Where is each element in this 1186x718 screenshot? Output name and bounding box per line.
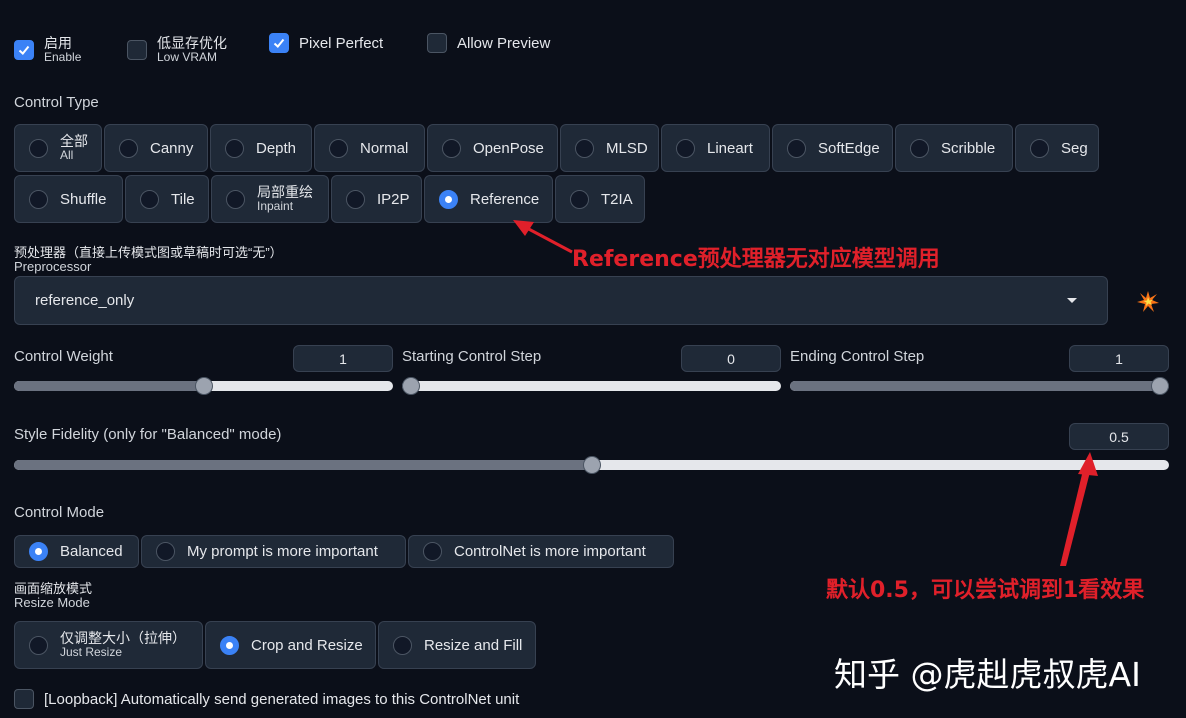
fidelity-annotation: 默认0.5，可以尝试调到1看效果 <box>826 578 1145 603</box>
watermark: 知乎 @虎赳虎叔虎AI <box>834 655 1141 694</box>
arrow-to-reference <box>513 220 573 254</box>
reference-annotation: Reference预处理器无对应模型调用 <box>572 247 940 272</box>
arrow-to-fidelity <box>1060 452 1098 566</box>
annotation-arrows <box>513 220 1098 566</box>
